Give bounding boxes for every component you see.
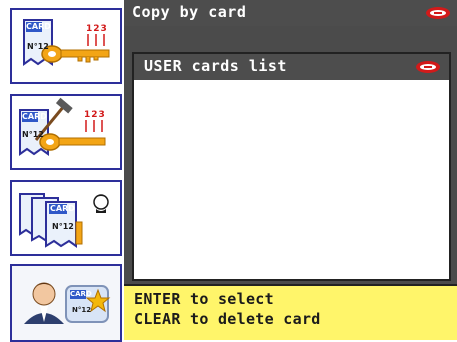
page-title: Copy by card [132,3,247,21]
user-cards-list[interactable]: USER cards list [132,52,451,281]
info-box: ENTER to select CLEAR to delete card [124,284,457,340]
info-line-enter: ENTER to select [134,290,274,308]
card-label: CARD [22,112,47,121]
list-header: USER cards list [134,54,449,80]
card-number: N°12 [27,42,49,51]
silca-logo-icon [426,7,450,19]
card-number: N°12 [22,130,44,139]
card-number: N°12 [52,222,74,231]
counter-label: 123 [84,110,106,120]
info-line-clear: CLEAR to delete card [134,310,321,328]
card-label: CARD [26,22,51,31]
counter-label: 123 [86,24,108,34]
silca-logo-icon [416,61,440,73]
sidebar: CARD N°12 123 CARD N°12 123 CARD N°12 CA… [0,0,124,342]
sidebar-item-card-key-edit[interactable]: CARD N°12 123 [10,94,122,170]
user-card-icon [12,266,120,340]
card-label: CARD [50,204,75,213]
title-bar: Copy by card [124,0,457,26]
list-title: USER cards list [144,57,287,75]
sidebar-item-user-card[interactable]: CARD N°12 [10,264,122,342]
card-label: CARD [70,290,92,298]
sidebar-item-card-key-copy[interactable]: CARD N°12 123 [10,8,122,84]
sidebar-item-card-stack[interactable]: CARD N°12 [10,180,122,256]
card-stack-icon [19,193,109,248]
card-number: N°12 [72,306,92,314]
